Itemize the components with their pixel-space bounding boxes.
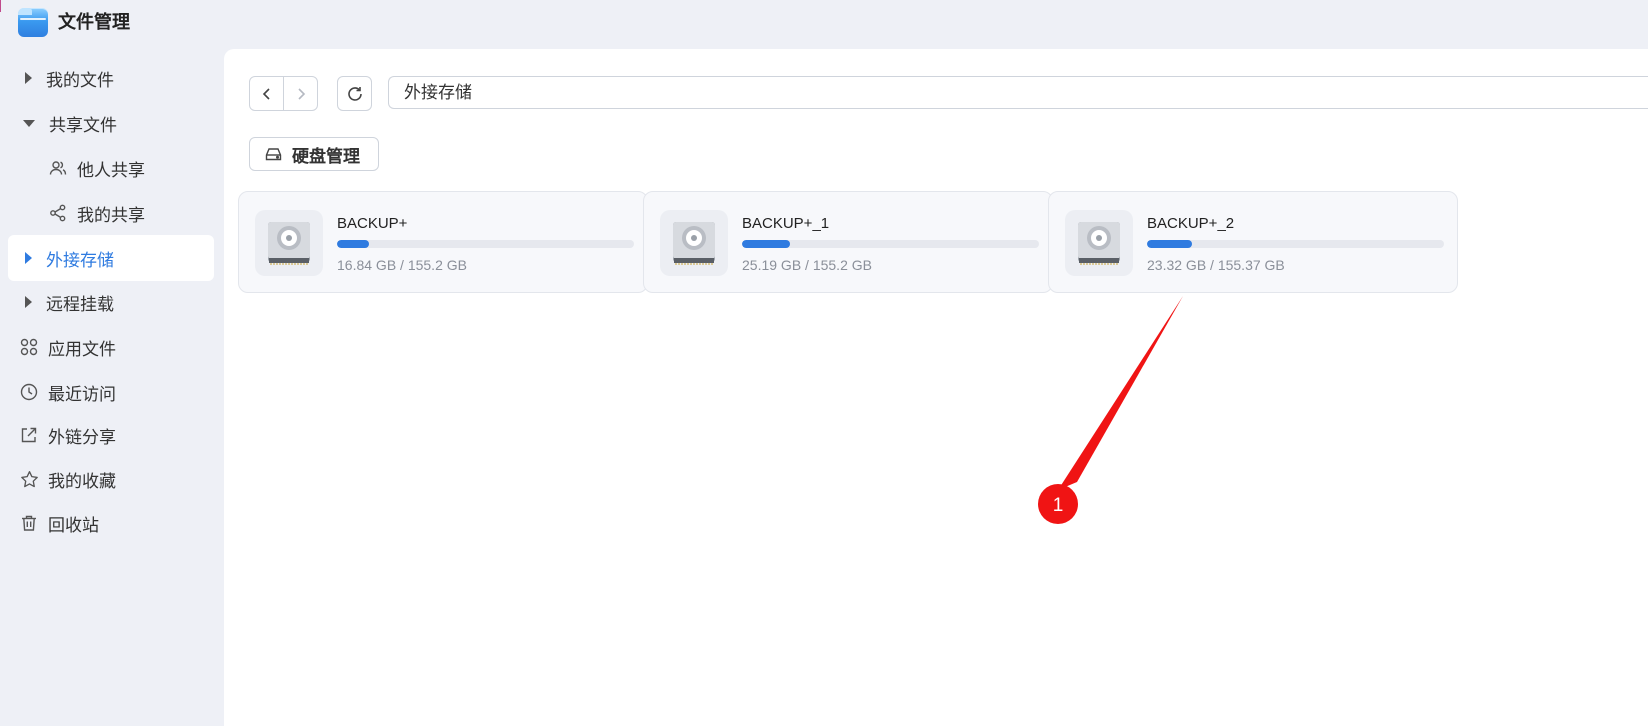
- sidebar-item-external-storage[interactable]: 外接存储: [8, 235, 214, 281]
- drive-usage: 16.84 GB / 155.2 GB: [337, 257, 467, 273]
- app-header: 文件管理: [0, 0, 1648, 48]
- back-button[interactable]: [250, 77, 283, 110]
- hard-disk-icon: [660, 210, 728, 276]
- sidebar-item-recycle-bin[interactable]: 回收站: [8, 500, 214, 546]
- sidebar-item-remote-mount[interactable]: 远程挂载: [8, 279, 214, 325]
- sidebar-item-label: 远程挂载: [46, 294, 114, 315]
- trash-icon: [19, 513, 39, 533]
- drive-name: BACKUP+_2: [1147, 215, 1235, 232]
- chevron-left-icon: [262, 87, 270, 100]
- chevron-right-icon: [297, 87, 305, 100]
- drive-card[interactable]: BACKUP+_2 23.32 GB / 155.37 GB: [1048, 191, 1458, 293]
- sidebar-item-label: 外接存储: [46, 250, 114, 271]
- usage-bar: [742, 240, 1039, 248]
- sidebar-item-favorites[interactable]: 我的收藏: [8, 456, 214, 502]
- caret-right-icon: [25, 252, 32, 264]
- caret-right-icon: [25, 72, 32, 84]
- caret-down-icon: [23, 119, 35, 127]
- sidebar-item-label: 我的收藏: [48, 471, 116, 492]
- history-nav-group: [249, 76, 318, 111]
- drive-card[interactable]: BACKUP+ 16.84 GB / 155.2 GB: [238, 191, 648, 293]
- forward-button[interactable]: [283, 77, 317, 110]
- drive-card[interactable]: BACKUP+_1 25.19 GB / 155.2 GB: [643, 191, 1053, 293]
- sidebar-item-label: 我的共享: [77, 205, 145, 226]
- share-icon: [48, 203, 68, 223]
- usage-bar-fill: [742, 240, 791, 248]
- window-edge: [0, 0, 1, 12]
- drive-name: BACKUP+_1: [742, 215, 830, 232]
- sidebar-item-label: 我的文件: [46, 70, 114, 91]
- refresh-button[interactable]: [337, 76, 372, 111]
- folder-logo-icon: [18, 8, 48, 37]
- disk-management-button[interactable]: 硬盘管理: [249, 137, 379, 171]
- path-bar[interactable]: 外接存储: [388, 76, 1648, 109]
- sidebar-item-label: 他人共享: [77, 160, 145, 181]
- sidebar-item-label: 最近访问: [48, 384, 116, 405]
- sidebar-item-my-files[interactable]: 我的文件: [8, 55, 214, 101]
- star-icon: [19, 469, 39, 489]
- sidebar-item-label: 外链分享: [48, 427, 116, 448]
- caret-right-icon: [25, 296, 32, 308]
- hard-disk-icon: [1065, 210, 1133, 276]
- usage-bar: [1147, 240, 1444, 248]
- usage-bar-fill: [1147, 240, 1192, 248]
- users-icon: [48, 158, 68, 178]
- disk-management-label: 硬盘管理: [292, 146, 360, 167]
- sidebar-item-external-link-share[interactable]: 外链分享: [8, 412, 214, 458]
- sidebar-item-label: 应用文件: [48, 339, 116, 360]
- usage-bar-fill: [337, 240, 370, 248]
- sidebar-item-app-files[interactable]: 应用文件: [8, 324, 214, 370]
- drive-usage: 25.19 GB / 155.2 GB: [742, 257, 872, 273]
- app-title: 文件管理: [58, 12, 130, 33]
- external-share-icon: [19, 425, 39, 445]
- sidebar-item-label: 共享文件: [49, 115, 117, 136]
- sidebar-item-my-shares[interactable]: 我的共享: [8, 190, 214, 236]
- sidebar-item-shared-files[interactable]: 共享文件: [8, 100, 214, 146]
- sidebar: 我的文件 共享文件 他人共享 我的共享 外接存储 远程挂载 应用文件 最近访问 …: [0, 48, 224, 726]
- sidebar-item-recent[interactable]: 最近访问: [8, 369, 214, 415]
- drive-usage: 23.32 GB / 155.37 GB: [1147, 257, 1285, 273]
- clock-icon: [19, 382, 39, 402]
- apps-icon: [19, 337, 39, 357]
- refresh-icon: [347, 86, 362, 101]
- usage-bar: [337, 240, 634, 248]
- hard-disk-icon: [255, 210, 323, 276]
- drive-name: BACKUP+: [337, 215, 408, 232]
- hard-drive-icon: [265, 147, 282, 161]
- main-panel: 外接存储 硬盘管理 BACKUP+ 16.84 GB / 155.2 GB BA…: [224, 49, 1648, 726]
- sidebar-item-others-shared[interactable]: 他人共享: [8, 145, 214, 191]
- sidebar-item-label: 回收站: [48, 515, 99, 536]
